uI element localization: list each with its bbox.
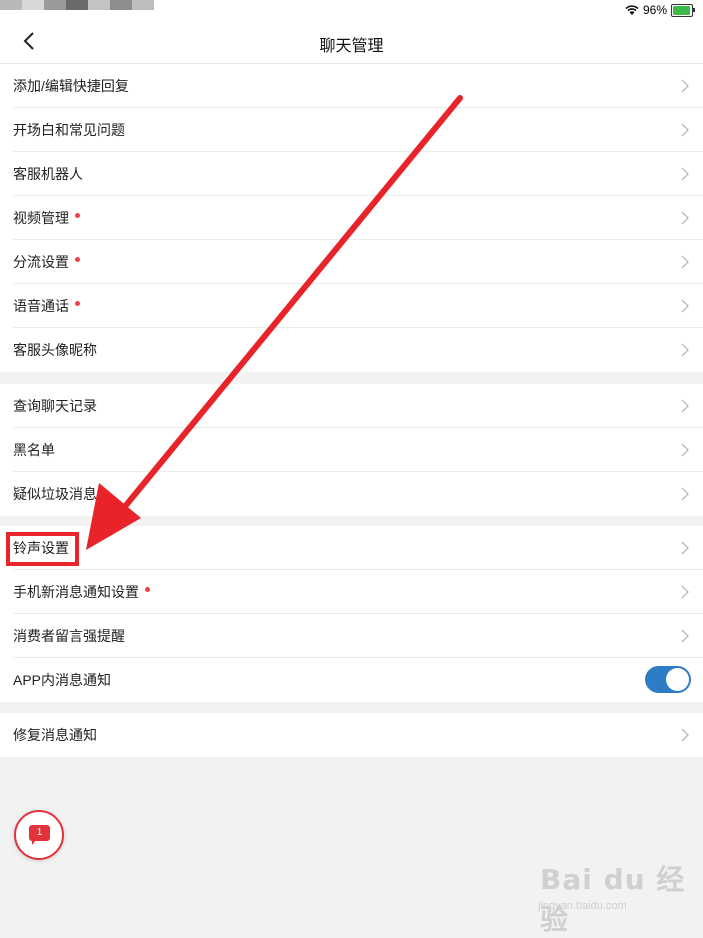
watermark-main: Bai du 经验	[540, 863, 686, 936]
chat-bubble-tail	[32, 840, 36, 845]
chat-bubble-icon: 1	[29, 825, 50, 841]
chat-float-button[interactable]: 1	[14, 810, 64, 860]
baidu-watermark: Bai du 经验 jingyan.baidu.com	[532, 858, 692, 936]
annotation-arrow	[86, 95, 463, 550]
watermark-sub: jingyan.baidu.com	[538, 900, 627, 912]
